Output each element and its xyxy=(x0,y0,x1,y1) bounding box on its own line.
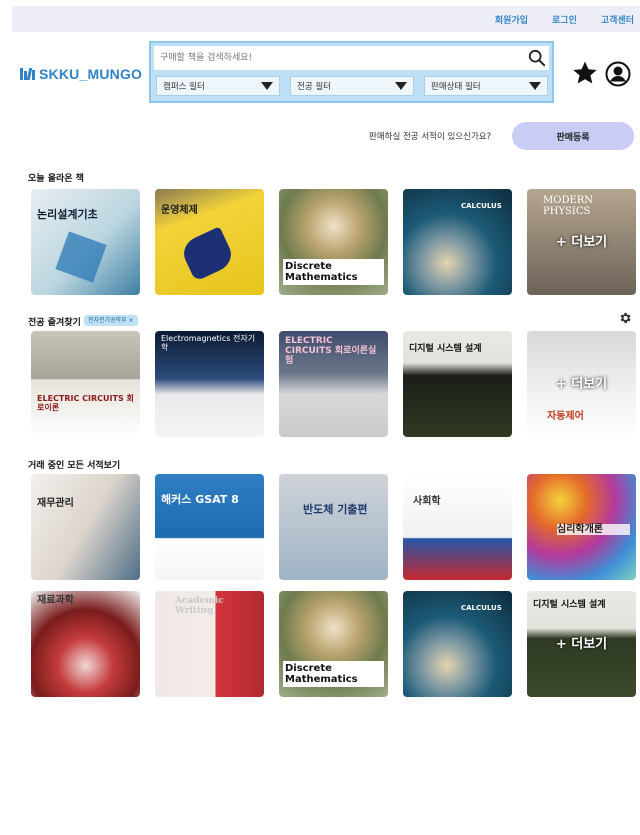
book-row-today: 논리설계기초 운영체제 Discrete Mathematics CALCULU… xyxy=(31,189,636,295)
book-card[interactable]: 반도체 기출편 xyxy=(279,474,388,580)
book-card[interactable]: 디지털 시스템 설계 xyxy=(403,331,512,437)
book-title: 사회학 xyxy=(413,496,441,507)
book-row-major: ELECTRIC CIRCUITS 회로이론 Electromagnetics … xyxy=(31,331,636,437)
book-title: Electromagnetics 전자기학 xyxy=(161,334,256,352)
filter-label: 판매상태 필터 xyxy=(431,82,481,92)
signup-link[interactable]: 회원가입 xyxy=(495,13,528,26)
login-link[interactable]: 로그인 xyxy=(552,13,577,26)
book-title: 디지털 시스템 설계 xyxy=(533,600,606,610)
book-row-all-1: 재무관리 해커스 GSAT 8 반도체 기출편 사회학 심리학개론 xyxy=(31,474,636,580)
book-title: 해커스 GSAT 8 xyxy=(161,493,239,506)
book-row-all-2: 재료과학 Academic Writing Discrete Mathemati… xyxy=(31,591,636,697)
book-card[interactable]: 논리설계기초 xyxy=(31,189,140,295)
book-card[interactable]: Academic Writing xyxy=(155,591,264,697)
section-title-today: 오늘 올라온 책 xyxy=(28,174,84,184)
book-title: Discrete Mathematics xyxy=(283,259,384,285)
book-title: 디지털 시스템 설계 xyxy=(409,344,482,354)
book-title: MODERN PHYSICS xyxy=(543,195,594,217)
major-filter-select[interactable]: 전공 필터 xyxy=(290,76,414,96)
book-card[interactable]: 자동제어 + 더보기 xyxy=(527,331,636,437)
register-sale-button[interactable]: 판매등록 xyxy=(512,122,634,150)
caret-down-icon xyxy=(395,82,407,90)
section-title-major: 전공 즐겨찾기 xyxy=(28,318,81,328)
user-icon[interactable] xyxy=(605,61,631,87)
book-card[interactable]: 디지털 시스템 설계 + 더보기 xyxy=(527,591,636,697)
book-card[interactable]: Electromagnetics 전자기학 xyxy=(155,331,264,437)
book-title: 논리설계기초 xyxy=(37,208,98,221)
more-label[interactable]: + 더보기 xyxy=(527,633,636,652)
book-title: 운영체제 xyxy=(161,205,198,216)
book-card[interactable]: 사회학 xyxy=(403,474,512,580)
support-link[interactable]: 고객센터 xyxy=(601,13,634,26)
book-card[interactable]: ELECTRIC CIRCUITS 회로이론 xyxy=(31,331,140,437)
site-logo[interactable]: SKKU_MUNGO xyxy=(20,66,142,82)
campus-filter-select[interactable]: 캠퍼스 필터 xyxy=(156,76,280,96)
star-icon[interactable] xyxy=(572,60,598,86)
top-nav-bar: 회원가입 로그인 고객센터 xyxy=(12,6,640,32)
caret-down-icon xyxy=(261,82,273,90)
search-input[interactable] xyxy=(154,46,549,70)
book-card[interactable]: 재료과학 xyxy=(31,591,140,697)
filter-label: 전공 필터 xyxy=(297,82,331,92)
sale-status-filter-select[interactable]: 판매상태 필터 xyxy=(424,76,548,96)
sell-prompt-text: 판매하실 전공 서적이 있으신가요? xyxy=(369,132,492,142)
book-card[interactable]: 운영체제 xyxy=(155,189,264,295)
book-title: Discrete Mathematics xyxy=(283,661,384,687)
caret-down-icon xyxy=(529,82,541,90)
book-card[interactable]: CALCULUS xyxy=(403,189,512,295)
logo-text: SKKU_MUNGO xyxy=(39,66,143,82)
book-card[interactable]: 심리학개론 xyxy=(527,474,636,580)
books-icon xyxy=(20,68,36,80)
book-card[interactable]: 재무관리 xyxy=(31,474,140,580)
filter-label: 캠퍼스 필터 xyxy=(163,82,205,92)
book-title: 반도체 기출편 xyxy=(303,503,368,516)
filter-group: 캠퍼스 필터 전공 필터 판매상태 필터 xyxy=(156,76,548,96)
top-nav-links: 회원가입 로그인 고객센터 xyxy=(495,13,634,26)
book-title: ELECTRIC CIRCUITS 회로이론 xyxy=(37,394,134,412)
gear-icon[interactable] xyxy=(618,311,632,325)
book-title: Academic Writing xyxy=(175,596,224,616)
section-title-all: 거래 중인 모든 서적보기 xyxy=(28,461,121,471)
search-panel: 캠퍼스 필터 전공 필터 판매상태 필터 xyxy=(149,41,554,103)
book-title: CALCULUS xyxy=(461,604,502,612)
book-title: 자동제어 xyxy=(547,411,584,422)
book-card[interactable]: MODERN PHYSICS + 더보기 xyxy=(527,189,636,295)
book-title: 재료과학 xyxy=(37,595,74,606)
book-title: 재무관리 xyxy=(37,498,74,509)
book-card[interactable]: Discrete Mathematics xyxy=(279,591,388,697)
book-card[interactable]: Discrete Mathematics xyxy=(279,189,388,295)
book-card[interactable]: 해커스 GSAT 8 xyxy=(155,474,264,580)
search-icon[interactable] xyxy=(528,49,546,67)
department-tag[interactable]: 전자전기공학부 × xyxy=(84,315,138,326)
book-card[interactable]: CALCULUS xyxy=(403,591,512,697)
book-card[interactable]: ELECTRIC CIRCUITS 회로이론실험 xyxy=(279,331,388,437)
book-title: 심리학개론 xyxy=(557,524,630,535)
book-title: CALCULUS xyxy=(461,202,502,210)
more-label[interactable]: + 더보기 xyxy=(527,231,636,250)
more-label[interactable]: + 더보기 xyxy=(527,373,636,392)
book-title: ELECTRIC CIRCUITS 회로이론실험 xyxy=(285,336,377,366)
